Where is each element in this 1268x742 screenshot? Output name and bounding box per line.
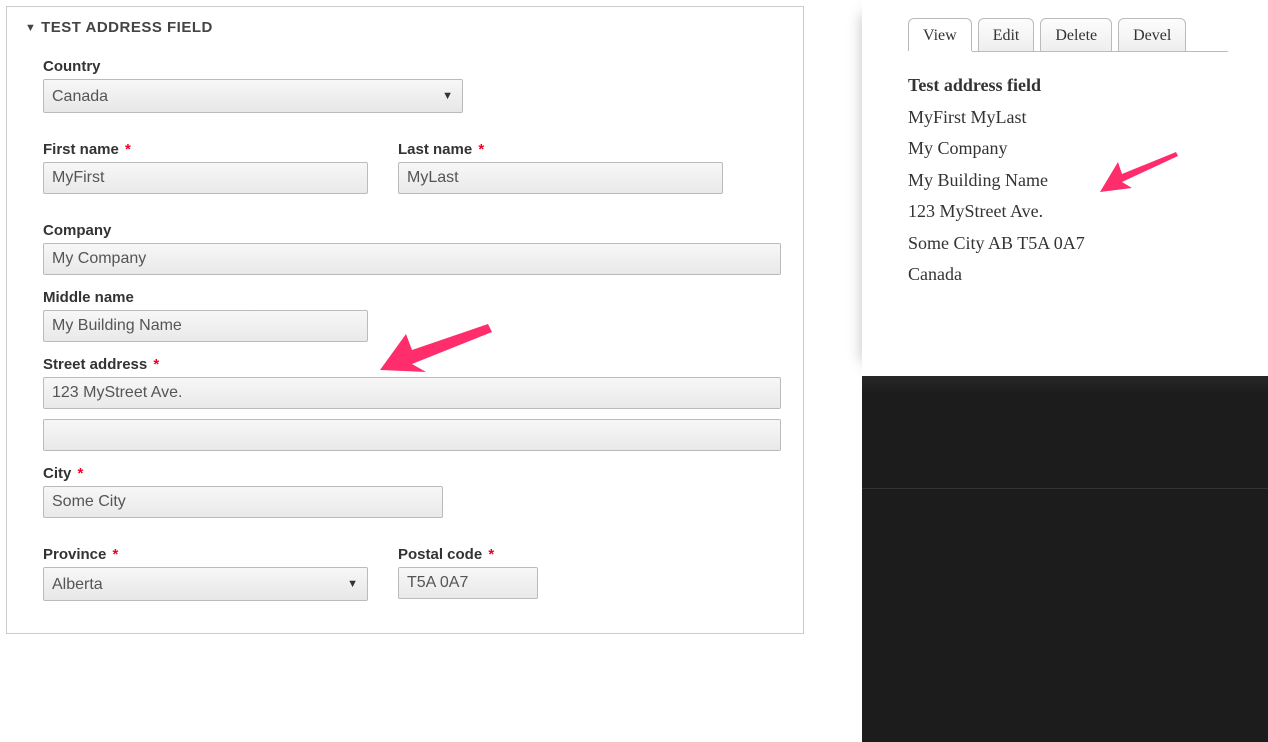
country-field: Country Canada bbox=[43, 58, 785, 113]
display-line-street: 123 MyStreet Ave. bbox=[908, 196, 1228, 228]
collapse-icon: ▼ bbox=[25, 22, 36, 34]
display-title: Test address field bbox=[908, 70, 1228, 102]
postal-label: Postal code * bbox=[398, 546, 538, 563]
street-input-2[interactable] bbox=[43, 419, 781, 451]
last-name-input[interactable] bbox=[398, 162, 723, 194]
tabs: View Edit Delete Devel bbox=[908, 18, 1228, 52]
company-field: Company bbox=[43, 222, 785, 275]
company-label: Company bbox=[43, 222, 785, 239]
address-display: Test address field MyFirst MyLast My Com… bbox=[908, 70, 1228, 291]
street-label: Street address * bbox=[43, 356, 785, 373]
display-line-city: Some City AB T5A 0A7 bbox=[908, 228, 1228, 260]
country-label: Country bbox=[43, 58, 785, 75]
display-line-name: MyFirst MyLast bbox=[908, 102, 1228, 134]
middle-name-field: Middle name bbox=[43, 289, 785, 342]
tab-devel[interactable]: Devel bbox=[1118, 18, 1186, 51]
first-name-input[interactable] bbox=[43, 162, 368, 194]
city-label: City * bbox=[43, 465, 785, 482]
postal-field: Postal code * bbox=[398, 546, 538, 601]
address-form-panel: ▼ TEST ADDRESS FIELD Country Canada Firs… bbox=[6, 6, 804, 634]
country-select[interactable]: Canada bbox=[43, 79, 463, 113]
tab-view[interactable]: View bbox=[908, 18, 972, 51]
form-body: Country Canada First name * Last name * … bbox=[25, 58, 785, 615]
required-marker: * bbox=[476, 141, 484, 158]
last-name-field: Last name * bbox=[398, 141, 723, 194]
first-name-label: First name * bbox=[43, 141, 368, 158]
required-marker: * bbox=[111, 546, 119, 563]
preview-panel: View Edit Delete Devel Test address fiel… bbox=[862, 0, 1268, 742]
display-line-building: My Building Name bbox=[908, 165, 1228, 197]
middle-name-label: Middle name bbox=[43, 289, 785, 306]
company-input[interactable] bbox=[43, 243, 781, 275]
city-field: City * bbox=[43, 465, 785, 518]
required-marker: * bbox=[486, 546, 494, 563]
display-line-country: Canada bbox=[908, 259, 1228, 291]
province-field: Province * Alberta bbox=[43, 546, 368, 601]
fieldset-legend[interactable]: ▼ TEST ADDRESS FIELD bbox=[25, 7, 785, 44]
first-name-field: First name * bbox=[43, 141, 368, 194]
province-select[interactable]: Alberta bbox=[43, 567, 368, 601]
tab-edit[interactable]: Edit bbox=[978, 18, 1035, 51]
middle-name-input[interactable] bbox=[43, 310, 368, 342]
fieldset-title: TEST ADDRESS FIELD bbox=[41, 19, 213, 36]
tab-delete[interactable]: Delete bbox=[1040, 18, 1112, 51]
street-input-1[interactable] bbox=[43, 377, 781, 409]
province-label: Province * bbox=[43, 546, 368, 563]
street-field: Street address * bbox=[43, 356, 785, 451]
last-name-label: Last name * bbox=[398, 141, 723, 158]
postal-input[interactable] bbox=[398, 567, 538, 599]
required-marker: * bbox=[151, 356, 159, 373]
required-marker: * bbox=[123, 141, 131, 158]
required-marker: * bbox=[76, 465, 84, 482]
display-line-company: My Company bbox=[908, 133, 1228, 165]
city-input[interactable] bbox=[43, 486, 443, 518]
